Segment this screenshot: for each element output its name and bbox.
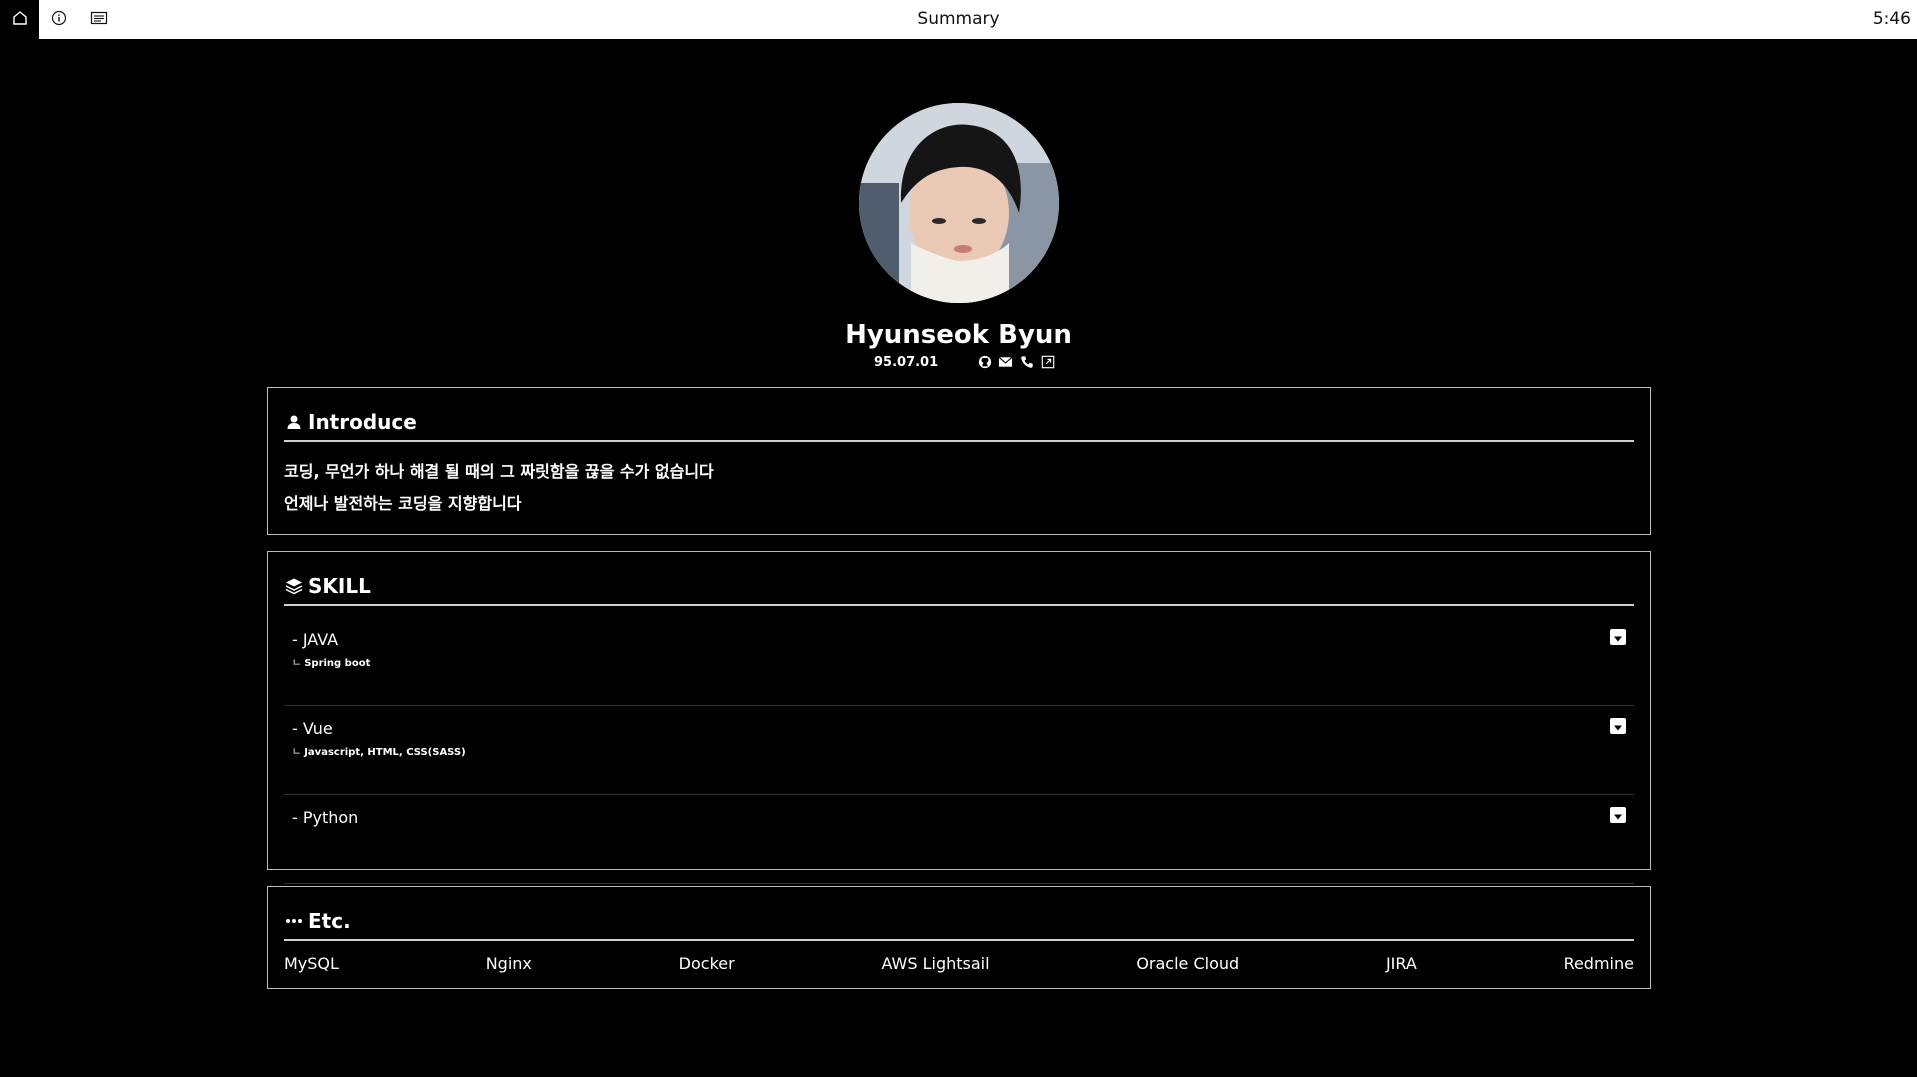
skill-item-python[interactable]: - Python [284, 795, 1634, 884]
etc-list: MySQL Nginx Docker AWS Lightsail Oracle … [284, 951, 1634, 975]
github-icon[interactable] [976, 354, 993, 371]
etc-item: Oracle Cloud [1136, 953, 1240, 973]
profile-meta: 95.07.01 [874, 352, 1060, 372]
layers-icon [284, 576, 304, 596]
etc-item: Redmine [1563, 953, 1634, 973]
etc-panel: Etc. MySQL Nginx Docker AWS Lightsail Or… [267, 886, 1651, 989]
skill-name: - JAVA [292, 630, 339, 649]
introduce-title: Introduce [308, 410, 417, 434]
avatar [859, 103, 1059, 303]
etc-item: MySQL [284, 953, 339, 973]
ellipsis-icon [284, 911, 304, 931]
caret-down-icon [1613, 628, 1623, 647]
skill-panel: SKILL - JAVA ㄴ Spring boot - Vue ㄴ Javascr… [267, 551, 1651, 884]
caret-down-icon [1613, 717, 1623, 736]
introduce-header: Introduce [284, 402, 1634, 442]
etc-item: JIRA [1385, 953, 1417, 973]
introduce-panel: Introduce 코딩, 무언가 하나 해결 될 때의 그 짜릿함을 끊을 수… [267, 387, 1651, 535]
etc-item: AWS Lightsail [881, 953, 990, 973]
introduce-line-2: 언제나 발전하는 코딩을 지향합니다 [284, 494, 522, 513]
mail-icon[interactable] [997, 354, 1014, 371]
divider [284, 440, 1634, 442]
etc-header: Etc. [284, 901, 1634, 941]
expand-button[interactable] [1610, 629, 1626, 645]
skill-item-java[interactable]: - JAVA ㄴ Spring boot [284, 617, 1634, 706]
etc-item: Docker [678, 953, 735, 973]
skill-sub: ㄴ Javascript, HTML, CSS(SASS) [292, 747, 466, 758]
birth-date: 95.07.01 [874, 354, 939, 370]
etc-item: Nginx [485, 953, 532, 973]
skill-name: - Vue [292, 719, 333, 738]
skill-name: - Python [292, 808, 359, 827]
top-bar: Summary 5:46 [0, 0, 1917, 39]
page-title: Summary [917, 9, 1000, 29]
external-link-icon[interactable] [1039, 354, 1056, 371]
expand-button[interactable] [1610, 718, 1626, 734]
introduce-line-1: 코딩, 무언가 하나 해결 될 때의 그 짜릿함을 끊을 수가 없습니다 [284, 462, 714, 481]
divider [284, 939, 1634, 941]
etc-title: Etc. [308, 909, 351, 933]
skill-item-vue[interactable]: - Vue ㄴ Javascript, HTML, CSS(SASS) [284, 706, 1634, 795]
person-icon [284, 412, 304, 432]
clock: 5:46 [1872, 9, 1911, 29]
caret-down-icon [1613, 806, 1623, 825]
phone-icon[interactable] [1018, 354, 1035, 371]
skill-sub: ㄴ Spring boot [292, 658, 371, 669]
profile-name: Hyunseok Byun [845, 320, 1072, 350]
skill-title: SKILL [308, 574, 371, 598]
divider [284, 604, 1634, 606]
expand-button[interactable] [1610, 807, 1626, 823]
skill-header: SKILL [284, 566, 1634, 606]
